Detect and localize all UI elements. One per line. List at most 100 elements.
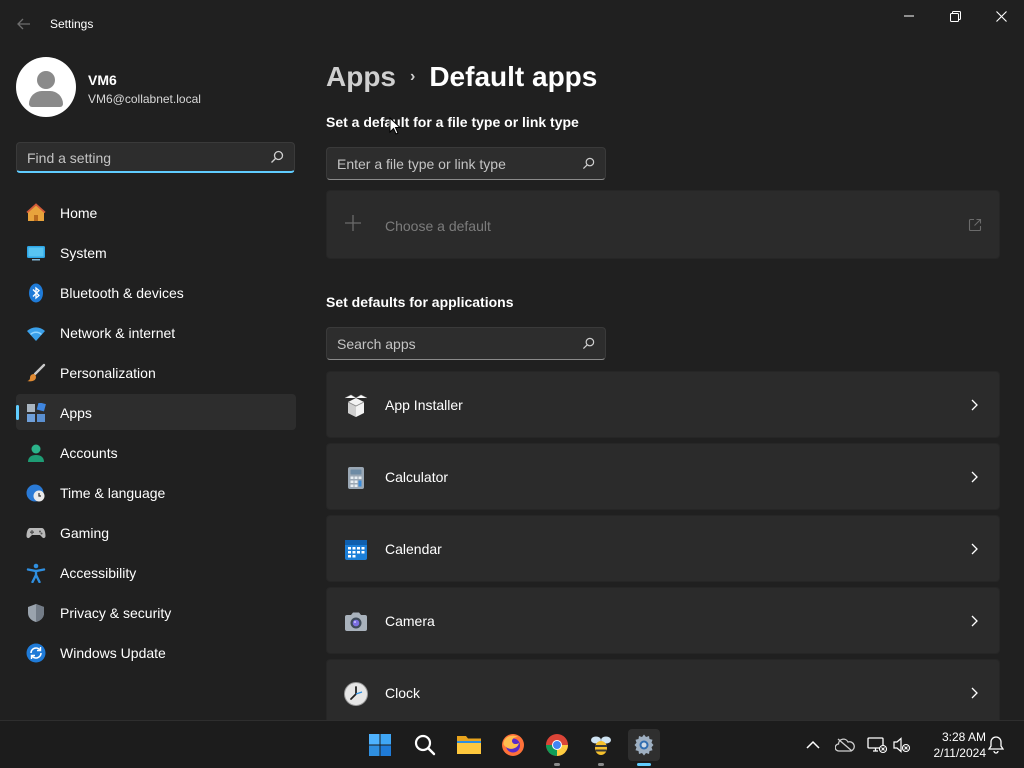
find-setting-input[interactable] [27,149,257,167]
sidebar-item-label: Bluetooth & devices [60,285,184,301]
sidebar-nav: Home System Bluetooth & devices Network … [16,194,296,674]
sidebar-item-label: Accessibility [60,565,137,581]
sidebar-item-system[interactable]: System [16,234,296,270]
chevron-right-icon [971,615,978,627]
choose-default-label: Choose a default [385,218,491,234]
tray-network[interactable] [865,733,889,757]
sidebar-item-label: Accounts [60,445,118,461]
sidebar-item-label: Gaming [60,525,110,541]
breadcrumb-chevron-icon: › [410,68,416,85]
calculator-icon [348,467,364,489]
clock-globe-icon [26,484,45,502]
tray-onedrive[interactable] [833,733,857,757]
taskbar-clock[interactable]: 3:28 AM 2/11/2024 [918,729,987,761]
calendar-icon [345,540,367,560]
app-row-clock[interactable]: Clock [326,659,1000,726]
apps-search-input[interactable] [337,335,567,353]
brush-icon [27,363,46,382]
sidebar-item-label: Network & internet [60,325,176,341]
mouse-cursor-icon [389,117,401,135]
settings-icon [634,734,654,756]
app-row-app-installer[interactable]: App Installer [326,371,1000,438]
sidebar-item-label: Time & language [60,485,166,501]
start-icon [369,734,391,756]
bee-app-icon [591,736,611,755]
sidebar-item-personalization[interactable]: Personalization [16,354,296,390]
gamepad-icon [26,528,46,539]
sidebar-item-label: Windows Update [60,645,166,661]
sidebar-item-home[interactable]: Home [16,194,296,230]
file-type-search-input[interactable] [337,155,567,173]
app-row-calendar[interactable]: Calendar [326,515,1000,582]
apps-section-title: Set defaults for applications [326,294,514,310]
tray-notifications[interactable] [984,733,1008,757]
app-name: Clock [385,685,421,701]
wifi-icon [27,327,45,341]
close-button[interactable] [978,0,1024,32]
search-icon [414,734,436,756]
find-setting-box[interactable] [16,142,295,173]
file-type-search-box[interactable] [326,147,606,180]
sidebar-item-bluetooth[interactable]: Bluetooth & devices [16,274,296,310]
app-row-camera[interactable]: Camera [326,587,1000,654]
avatar [16,57,76,117]
home-icon [26,203,46,221]
open-external-icon [968,218,982,232]
taskbar-firefox[interactable] [497,729,529,761]
restore-icon [949,10,961,22]
sidebar-item-time-language[interactable]: Time & language [16,474,296,510]
profile-email: VM6@collabnet.local [88,92,201,106]
taskbar-search-button[interactable] [409,729,441,761]
tray-volume[interactable] [890,733,914,757]
sidebar-item-label: Privacy & security [60,605,172,621]
minimize-button[interactable] [886,0,932,32]
taskbar-settings[interactable] [628,729,660,766]
onedrive-icon [835,738,855,752]
apps-search-box[interactable] [326,327,606,360]
chevron-right-icon [971,543,978,555]
tray-overflow-button[interactable] [801,733,825,757]
app-name: Calculator [385,469,449,485]
chevron-up-icon [806,740,820,749]
choose-default-card: Choose a default [326,190,1000,259]
sidebar-item-windows-update[interactable]: Windows Update [16,634,296,670]
camera-icon [345,612,367,631]
sidebar-item-privacy[interactable]: Privacy & security [16,594,296,630]
update-icon [26,643,46,663]
close-icon [995,10,1007,22]
file-explorer-icon [457,736,481,754]
chevron-right-icon [971,399,978,411]
title-bar: Settings [0,0,1024,48]
search-icon [271,150,284,163]
window-title: Settings [50,17,94,31]
breadcrumb-apps-link[interactable]: Apps [326,61,396,93]
taskbar-bee-app[interactable] [585,729,617,766]
accounts-icon [28,444,44,462]
back-button[interactable] [12,12,36,36]
notification-bell-icon [988,736,1004,754]
sidebar-item-label: Personalization [60,365,156,381]
taskbar-chrome[interactable] [541,729,573,766]
sidebar-item-label: Apps [60,405,92,421]
file-type-section-title: Set a default for a file type or link ty… [326,114,579,130]
sidebar-item-accounts[interactable]: Accounts [16,434,296,470]
restore-button[interactable] [932,0,978,32]
system-icon [27,246,45,261]
sidebar-item-label: Home [60,205,98,221]
clock-date: 2/11/2024 [933,746,987,760]
app-row-calculator[interactable]: Calculator [326,443,1000,510]
sidebar-item-network[interactable]: Network & internet [16,314,296,350]
breadcrumb: Apps › Default apps [326,57,597,97]
taskbar: 3:28 AM 2/11/2024 [0,720,1024,768]
network-icon [867,737,887,754]
taskbar-start-button[interactable] [364,729,396,761]
search-icon [582,337,595,350]
sidebar-item-apps[interactable]: Apps [16,394,296,430]
taskbar-file-explorer[interactable] [453,729,485,761]
chevron-right-icon [971,687,978,699]
sidebar-item-accessibility[interactable]: Accessibility [16,554,296,590]
user-profile[interactable]: VM6 VM6@collabnet.local [16,57,296,117]
sidebar-item-gaming[interactable]: Gaming [16,514,296,550]
page-title: Default apps [429,61,598,92]
bluetooth-icon [29,283,43,303]
